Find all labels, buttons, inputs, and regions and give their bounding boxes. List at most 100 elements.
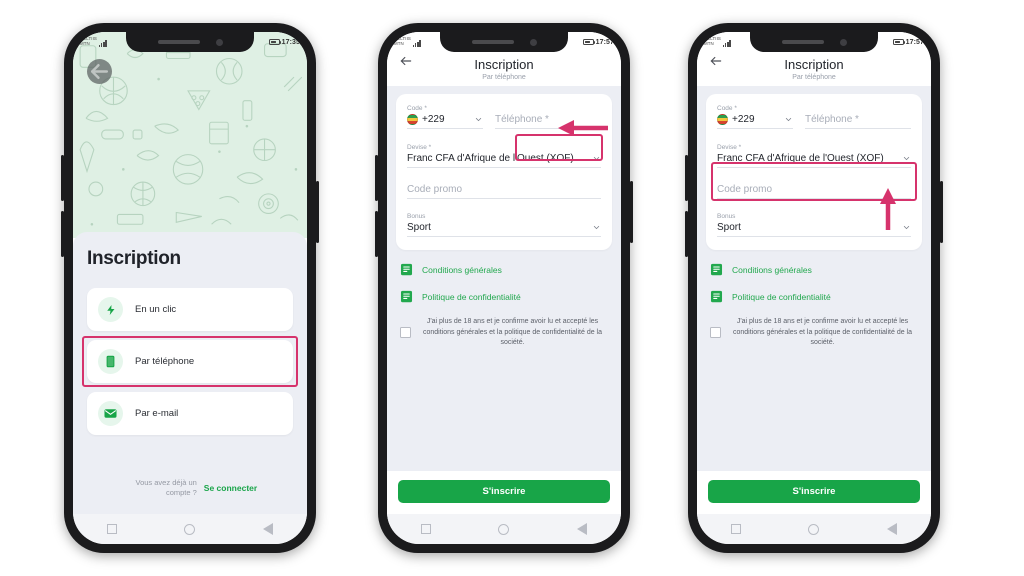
status-carrier-group: CELTIIS MTN [394, 36, 421, 47]
page-subtitle: Par téléphone [792, 74, 836, 81]
registration-sheet: Inscription En un clic Par téléphone Par… [73, 232, 307, 514]
document-icon [400, 290, 413, 303]
status-time: 17:57 [905, 38, 924, 46]
chevron-down-icon [593, 156, 600, 161]
option-one-click[interactable]: En un clic [87, 288, 293, 331]
signal-bars-icon [412, 39, 421, 47]
phone-1-screen: CELTIIS MTN 17:35 Inscription En un clic… [73, 32, 307, 544]
link-privacy[interactable]: Politique de confidentialité [710, 290, 922, 303]
back-button[interactable] [399, 54, 413, 73]
phone-number-control[interactable]: Téléphone * [805, 114, 911, 129]
link-label: Politique de confidentialité [422, 291, 521, 302]
age-terms-checkbox[interactable] [710, 327, 721, 339]
page-subtitle: Par téléphone [482, 74, 526, 81]
document-icon [400, 263, 413, 276]
app-bar-titles: Inscription Par téléphone [784, 57, 843, 81]
app-bar-titles: Inscription Par téléphone [474, 57, 534, 81]
phone-mockup-1: CELTIIS MTN 17:35 Inscription En un clic… [61, 23, 319, 553]
bonus-field[interactable]: Bonus Sport [407, 213, 601, 237]
earpiece-speaker [157, 40, 200, 44]
country-code-control[interactable]: +229 [717, 114, 793, 129]
age-terms-checkbox[interactable] [400, 327, 411, 339]
promo-code-field[interactable]: Code promo [407, 184, 601, 199]
currency-control[interactable]: Franc CFA d'Afrique de l'Ouest (XOF) [407, 153, 601, 168]
link-label: Politique de confidentialité [732, 291, 831, 302]
bonus-label: Bonus [407, 213, 426, 220]
phone-number-field[interactable]: Téléphone * [805, 105, 911, 129]
age-agreement-row: J'ai plus de 18 ans et je confirme avoir… [396, 317, 612, 349]
currency-field[interactable]: Devise * Franc CFA d'Afrique de l'Ouest … [717, 144, 911, 168]
country-code-control[interactable]: +229 [407, 114, 483, 129]
phone-spacer-label [805, 105, 911, 112]
volume-up-button [685, 155, 688, 201]
square-icon[interactable] [730, 524, 741, 534]
hero-banner [73, 32, 307, 238]
login-prompt-row: Vous avez déjà un compte ? Se connecter [87, 478, 293, 498]
country-code-field[interactable]: Code * +229 [407, 105, 483, 129]
status-right-group: 17:35 [268, 39, 300, 46]
bonus-control[interactable]: Sport [407, 222, 601, 237]
phone-placeholder: Téléphone * [805, 114, 859, 125]
registration-options-list: En un clic Par téléphone Par e-mail [82, 288, 298, 435]
chevron-down-icon [903, 225, 910, 230]
circle-icon[interactable] [808, 523, 820, 535]
back-button[interactable] [709, 54, 723, 73]
country-code-field[interactable]: Code * +229 [717, 105, 793, 129]
status-right-group: 17:57 [892, 38, 924, 46]
battery-icon [268, 39, 281, 45]
promo-placeholder: Code promo [407, 184, 463, 195]
currency-label: Devise * [407, 144, 432, 151]
agreement-text: J'ai plus de 18 ans et je confirme avoir… [422, 318, 602, 347]
carrier-text: CELTIIS MTN [704, 36, 721, 46]
benin-flag-icon [407, 114, 418, 125]
phone-icon [98, 349, 123, 374]
promo-code-control[interactable]: Code promo [407, 184, 601, 199]
circle-icon[interactable] [498, 523, 510, 535]
square-icon[interactable] [420, 524, 431, 534]
currency-control[interactable]: Franc CFA d'Afrique de l'Ouest (XOF) [717, 153, 911, 168]
page-title: Inscription [474, 57, 534, 73]
option-by-phone[interactable]: Par téléphone [87, 340, 293, 383]
power-button [630, 181, 633, 243]
legal-links-2: Conditions générales Politique de confid… [396, 263, 612, 303]
country-code-value: +229 [422, 114, 445, 125]
earpiece-speaker [781, 40, 824, 44]
phone-2-screen: CELTIIS MTN 17:57 Inscription Par téléph… [387, 32, 621, 544]
submit-button[interactable]: S'inscrire [398, 480, 610, 503]
signal-bars-icon [722, 39, 731, 47]
chevron-down-icon [785, 117, 792, 122]
front-camera [529, 38, 537, 46]
agreement-text: J'ai plus de 18 ans et je confirme avoir… [732, 318, 912, 347]
carrier-text: CELTIIS MTN [394, 36, 411, 46]
link-terms[interactable]: Conditions générales [400, 263, 612, 276]
volume-down-button [375, 211, 378, 257]
option-by-phone-wrapper: Par téléphone [82, 336, 298, 387]
back-button[interactable] [87, 59, 112, 84]
triangle-back-icon[interactable] [887, 523, 898, 535]
triangle-back-icon[interactable] [263, 523, 274, 535]
status-time: 17:57 [595, 38, 614, 46]
triangle-back-icon[interactable] [577, 523, 588, 535]
form-background-3: Code * +229 Téléphone * Devise * Franc C… [697, 86, 931, 514]
phone-3-screen: CELTIIS MTN 17:57 Inscription Par téléph… [697, 32, 931, 544]
option-by-email[interactable]: Par e-mail [87, 392, 293, 435]
option-label: En un clic [135, 304, 177, 315]
link-privacy[interactable]: Politique de confidentialité [400, 290, 612, 303]
form-background-2: Code * +229 Téléphone * Devise * Franc C… [387, 86, 621, 514]
benin-flag-icon [717, 114, 728, 125]
phone-spacer-label [495, 105, 601, 112]
login-link[interactable]: Se connecter [204, 483, 257, 493]
lightning-bolt-icon [98, 297, 123, 322]
currency-field[interactable]: Devise * Franc CFA d'Afrique de l'Ouest … [407, 144, 601, 168]
circle-icon[interactable] [184, 523, 196, 535]
link-terms[interactable]: Conditions générales [710, 263, 922, 276]
option-label: Par e-mail [135, 408, 179, 419]
volume-down-button [685, 211, 688, 257]
currency-value: Franc CFA d'Afrique de l'Ouest (XOF) [717, 153, 884, 164]
square-icon[interactable] [106, 524, 117, 534]
submit-button[interactable]: S'inscrire [708, 480, 920, 503]
volume-up-button [375, 155, 378, 201]
volume-down-button [61, 211, 64, 257]
country-code-label: Code * [717, 105, 737, 112]
back-arrow-icon [400, 56, 412, 66]
